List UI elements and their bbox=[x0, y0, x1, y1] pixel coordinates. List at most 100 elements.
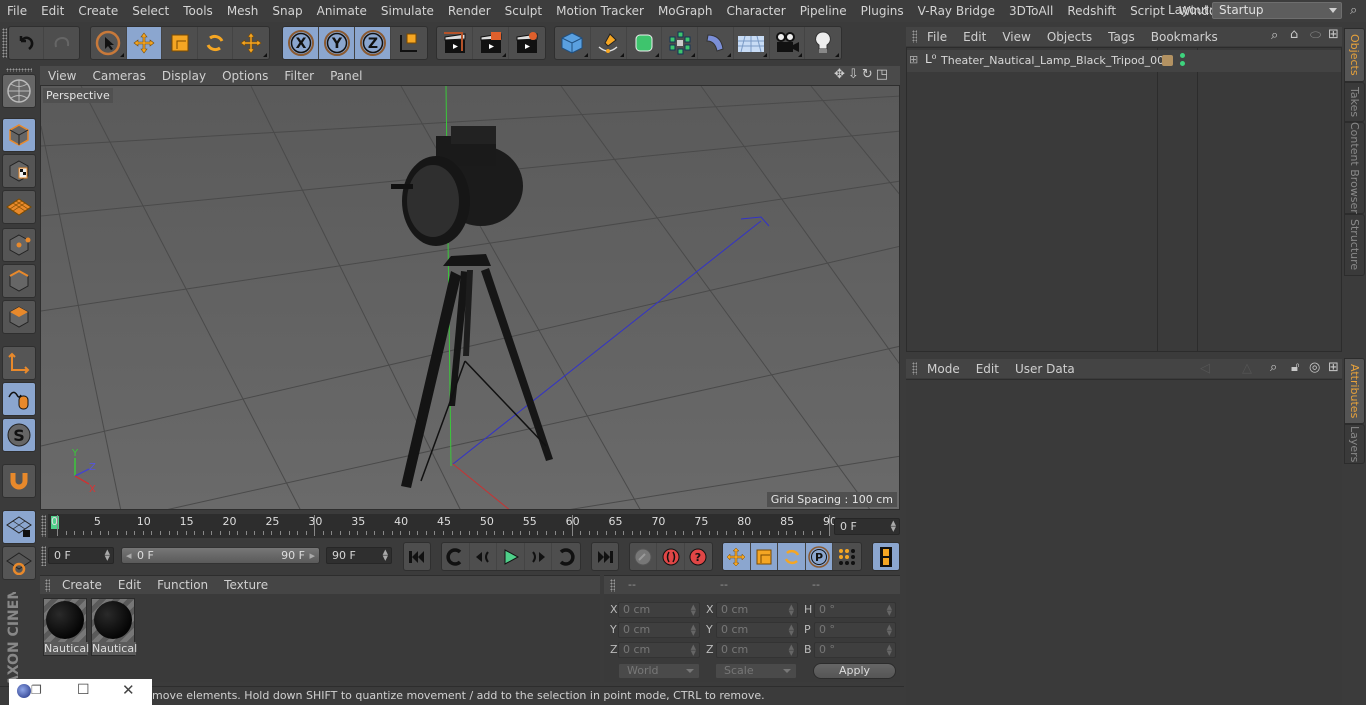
menu-sculpt[interactable]: Sculpt bbox=[498, 4, 549, 18]
play-icon[interactable] bbox=[497, 543, 525, 570]
coordinates-grip[interactable] bbox=[610, 579, 615, 592]
texture-mode-icon[interactable] bbox=[2, 154, 36, 188]
tab-structure[interactable]: Structure bbox=[1344, 214, 1365, 276]
next-key-icon[interactable] bbox=[552, 543, 580, 570]
coord-field[interactable]: 0 cm ▲ ▼ bbox=[618, 602, 700, 618]
coord-field[interactable]: 0 cm ▲ ▼ bbox=[716, 602, 798, 618]
object-name[interactable]: Theater_Nautical_Lamp_Black_Tripod_001 bbox=[941, 54, 1171, 67]
cube-icon[interactable] bbox=[555, 27, 591, 59]
apply-button[interactable]: Apply bbox=[813, 663, 896, 679]
spinner-icon[interactable]: ▲ ▼ bbox=[789, 644, 794, 657]
workplane-mode-icon[interactable] bbox=[2, 190, 36, 224]
toolbar-grip[interactable] bbox=[2, 28, 7, 58]
render-settings-icon[interactable] bbox=[509, 27, 545, 59]
menu-edit[interactable]: Edit bbox=[34, 4, 71, 18]
tab-layers[interactable]: Layers bbox=[1344, 424, 1365, 464]
world-coordinates-icon[interactable] bbox=[391, 27, 427, 59]
menu-file[interactable]: File bbox=[0, 4, 34, 18]
menu-render[interactable]: Render bbox=[441, 4, 498, 18]
render-view-icon[interactable] bbox=[437, 27, 473, 59]
timeline-ruler[interactable]: 0 5 10 15 20 25 30 35 40 45 50 55 60 65 70 75 80 85 90 bbox=[48, 514, 837, 538]
left-toolbar-grip[interactable] bbox=[6, 68, 32, 72]
layout-dropdown[interactable]: Startup bbox=[1212, 2, 1342, 19]
view-toggle-icon[interactable]: ⬭ bbox=[1310, 28, 1321, 43]
tab-content-browser[interactable]: Content Browser bbox=[1344, 122, 1365, 214]
edges-mode-icon[interactable] bbox=[2, 264, 36, 298]
spinner-icon[interactable]: ▲ ▼ bbox=[691, 604, 696, 617]
pan-icon[interactable]: ✥ bbox=[834, 67, 845, 82]
next-frame-icon[interactable] bbox=[525, 543, 553, 570]
coord-field[interactable]: 0 ° ▲ ▼ bbox=[814, 642, 896, 658]
spinner-icon[interactable]: ▲ ▼ bbox=[887, 644, 892, 657]
menu-tools[interactable]: Tools bbox=[176, 4, 220, 18]
menu-script[interactable]: Script bbox=[1123, 4, 1172, 18]
attributes-menu-user-data[interactable]: User Data bbox=[1007, 362, 1083, 376]
coordinate-mode-dropdown[interactable]: Scale bbox=[715, 663, 797, 679]
attributes-grip[interactable] bbox=[912, 362, 917, 375]
menu-v-ray-bridge[interactable]: V-Ray Bridge bbox=[911, 4, 1002, 18]
make-editable-icon[interactable] bbox=[2, 74, 36, 108]
spinner-icon[interactable]: ▲ ▼ bbox=[887, 624, 892, 637]
timeline-grip[interactable] bbox=[41, 515, 46, 537]
menu-create[interactable]: Create bbox=[71, 4, 125, 18]
material-menu-edit[interactable]: Edit bbox=[110, 578, 149, 592]
y-axis-lock-icon[interactable]: Y bbox=[319, 27, 355, 59]
render-visibility-dot[interactable] bbox=[1180, 61, 1185, 66]
coord-field[interactable]: 0 cm ▲ ▼ bbox=[716, 622, 798, 638]
expand-icon[interactable]: ⊞ bbox=[909, 53, 918, 66]
search-icon[interactable]: ⌕ bbox=[1270, 360, 1277, 375]
range-left-arrow-icon[interactable]: ◂ bbox=[126, 548, 132, 563]
z-axis-lock-icon[interactable]: Z bbox=[355, 27, 391, 59]
search-icon[interactable]: ⌕ bbox=[1350, 3, 1357, 18]
objects-grip[interactable] bbox=[912, 30, 917, 43]
viewport-menu-view[interactable]: View bbox=[40, 69, 84, 83]
prev-frame-icon[interactable] bbox=[470, 543, 498, 570]
model-mode-icon[interactable] bbox=[2, 118, 36, 152]
material-swatch[interactable]: Nautical bbox=[43, 598, 89, 656]
new-panel-icon[interactable]: ⊞ bbox=[1328, 360, 1339, 375]
start-frame-field[interactable]: 0 F ▲ ▼ bbox=[48, 547, 114, 564]
spinner-icon[interactable]: ▲ ▼ bbox=[691, 624, 696, 637]
snap-icon[interactable]: S bbox=[2, 418, 36, 452]
coord-field[interactable]: 0 ° ▲ ▼ bbox=[814, 622, 896, 638]
editor-visibility-dot[interactable] bbox=[1180, 53, 1185, 58]
menu-mograph[interactable]: MoGraph bbox=[651, 4, 720, 18]
camera-icon[interactable] bbox=[770, 27, 806, 59]
viewport-menu-options[interactable]: Options bbox=[214, 69, 276, 83]
recent-tools-icon[interactable] bbox=[233, 27, 269, 59]
spinner-icon[interactable]: ▲ ▼ bbox=[789, 604, 794, 617]
keyframe-selection-icon[interactable]: ? bbox=[685, 543, 712, 570]
film-strip-icon[interactable] bbox=[873, 543, 899, 570]
viewport-menu-cameras[interactable]: Cameras bbox=[84, 69, 153, 83]
back-icon[interactable]: ◁ bbox=[1200, 361, 1210, 376]
live-selection-icon[interactable] bbox=[91, 27, 127, 59]
x-axis-lock-icon[interactable]: X bbox=[283, 27, 319, 59]
redo-icon[interactable] bbox=[44, 27, 79, 59]
material-swatch[interactable]: Nautical bbox=[91, 598, 137, 656]
key-rotation-icon[interactable] bbox=[778, 543, 806, 570]
maximize-view-icon[interactable]: ◳ bbox=[876, 67, 888, 82]
goto-end-icon[interactable] bbox=[592, 543, 618, 570]
prev-key-icon[interactable] bbox=[442, 543, 470, 570]
object-row[interactable]: ⊞ L⁰ Theater_Nautical_Lamp_Black_Tripod_… bbox=[907, 50, 1341, 72]
frame-range-slider[interactable]: ◂ 0 F 90 F ▸ bbox=[121, 547, 320, 564]
current-frame-field[interactable]: 0 F ▲ ▼ bbox=[834, 518, 900, 535]
move-icon[interactable] bbox=[126, 27, 163, 59]
menu-simulate[interactable]: Simulate bbox=[374, 4, 441, 18]
maximize-icon[interactable]: ☐ bbox=[77, 682, 90, 698]
object-list[interactable]: ⊞ L⁰ Theater_Nautical_Lamp_Black_Tripod_… bbox=[906, 47, 1342, 352]
transport-grip[interactable] bbox=[41, 546, 46, 566]
key-parameter-icon[interactable]: P bbox=[805, 543, 834, 570]
record-key-icon[interactable] bbox=[630, 543, 658, 570]
coord-field[interactable]: 0 cm ▲ ▼ bbox=[716, 642, 798, 658]
spinner-icon[interactable]: ▲ ▼ bbox=[105, 549, 110, 562]
objects-menu-view[interactable]: View bbox=[994, 30, 1038, 44]
deformer-icon[interactable] bbox=[698, 27, 734, 59]
material-menu-create[interactable]: Create bbox=[54, 578, 110, 592]
tab-objects[interactable]: Objects bbox=[1344, 28, 1365, 82]
render-picture-viewer-icon[interactable] bbox=[473, 27, 509, 59]
undo-icon[interactable] bbox=[9, 27, 45, 59]
key-position-icon[interactable] bbox=[723, 543, 751, 570]
attributes-menu-edit[interactable]: Edit bbox=[968, 362, 1007, 376]
material-grip[interactable] bbox=[45, 578, 50, 592]
